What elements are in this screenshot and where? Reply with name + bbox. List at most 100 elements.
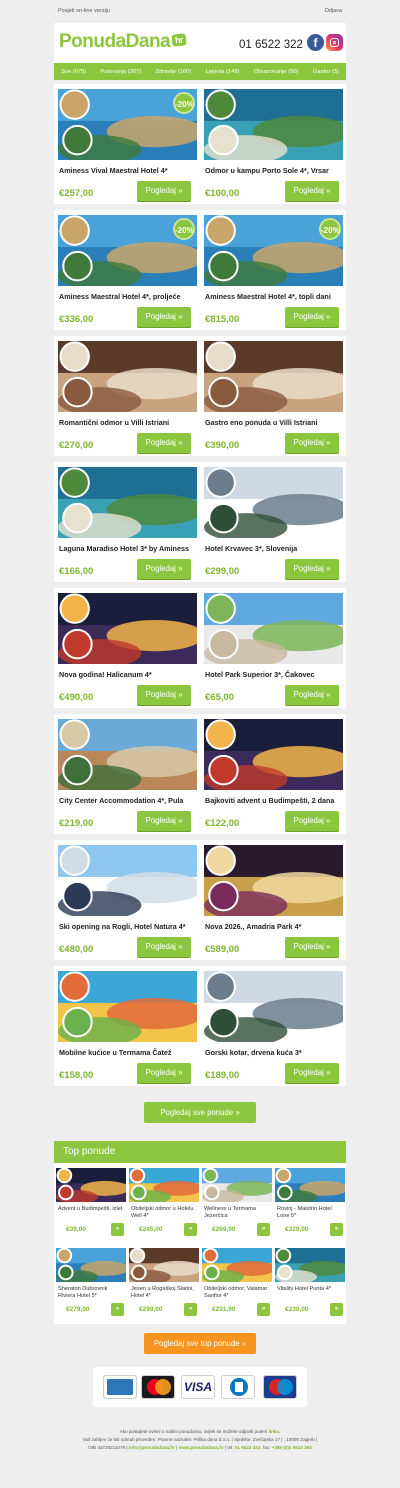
view-offer-button[interactable]: Pogledaj » — [137, 433, 191, 453]
online-version-link[interactable]: Posjeti on-line verziju — [58, 8, 110, 18]
offer-image[interactable] — [204, 89, 343, 160]
top-offer-title[interactable]: Rovinj - Maistrin Hotel Lone 5* — [277, 1206, 345, 1222]
top-offer-arrow-button[interactable]: » — [184, 1303, 197, 1316]
top-offer-arrow-button[interactable]: » — [111, 1303, 124, 1316]
offer-image[interactable]: -20% — [204, 215, 343, 286]
view-offer-button[interactable]: Pogledaj » — [137, 559, 191, 579]
offer-title[interactable]: Gastro eno ponuda u Villi Istriani — [205, 418, 345, 427]
footer-unsubscribe-link[interactable]: linka. — [269, 1429, 281, 1434]
top-offer-arrow-button[interactable]: » — [257, 1223, 270, 1236]
logo[interactable]: PonudaDana hr — [59, 31, 187, 53]
offer-title[interactable]: Nova 2026., Amadria Park 4* — [205, 922, 345, 931]
offer-image[interactable] — [58, 971, 197, 1042]
view-offer-button[interactable]: Pogledaj » — [285, 1063, 339, 1083]
offer-card[interactable]: Gastro eno ponuda u Villi Istriani €390,… — [204, 341, 345, 453]
view-offer-button[interactable]: Pogledaj » — [285, 181, 339, 201]
top-offer-card[interactable]: Rovinj - Maistrin Hotel Lone 5* €329,00 … — [275, 1168, 345, 1238]
top-offer-title[interactable]: Sheraton Dubrovnik Riviera Hotel 5* — [58, 1286, 126, 1302]
top-offer-title[interactable]: Wellness u Termama Jezerčica — [204, 1206, 272, 1222]
offer-card[interactable]: Mobilne kućice u Termama Čatež €158,00 P… — [58, 971, 199, 1083]
view-offer-button[interactable]: Pogledaj » — [137, 685, 191, 705]
top-offer-image[interactable] — [129, 1168, 199, 1202]
footer-phone-link[interactable]: 01 6522 322 — [235, 1445, 261, 1450]
nav-item[interactable]: Gastro (3) — [313, 69, 339, 75]
top-offer-card[interactable]: Sheraton Dubrovnik Riviera Hotel 5* €279… — [56, 1248, 126, 1318]
instagram-icon[interactable] — [326, 34, 343, 51]
offer-title[interactable]: Aminess Maestral Hotel 4*, topli dani — [205, 292, 345, 301]
offer-image[interactable] — [58, 341, 197, 412]
offer-image[interactable] — [58, 593, 197, 664]
top-offer-arrow-button[interactable]: » — [257, 1303, 270, 1316]
top-offer-title[interactable]: Obiteljski odmor u Hotelu Well 4* — [131, 1206, 199, 1222]
offer-image[interactable]: -20% — [58, 215, 197, 286]
offer-title[interactable]: Aminess Vival Maestral Hotel 4* — [59, 166, 199, 175]
view-offer-button[interactable]: Pogledaj » — [285, 433, 339, 453]
offer-card[interactable]: -20% Aminess Maestral Hotel 4*, topli da… — [204, 215, 345, 327]
offer-card[interactable]: Hotel Park Superior 3*, Čakovec €65,00 P… — [204, 593, 345, 705]
all-top-offers-button[interactable]: Pogledaj sve top ponude » — [144, 1333, 256, 1354]
top-offer-title[interactable]: Obiteljski odmor, Valamar Sanfior 4* — [204, 1286, 272, 1302]
offer-card[interactable]: -20% Aminess Maestral Hotel 4*, proljeće… — [58, 215, 199, 327]
top-offer-image[interactable] — [202, 1248, 272, 1282]
offer-title[interactable]: Bajkoviti advent u Budimpešti, 2 dana — [205, 796, 345, 805]
offer-card[interactable]: Romantični odmor u Villi Istriani €270,0… — [58, 341, 199, 453]
nav-item[interactable]: Sve (675) — [61, 69, 86, 75]
top-offer-arrow-button[interactable]: » — [111, 1223, 124, 1236]
offer-image[interactable] — [204, 341, 343, 412]
view-offer-button[interactable]: Pogledaj » — [285, 559, 339, 579]
offer-card[interactable]: Gorski kotar, drvena kuća 3* €189,00 Pog… — [204, 971, 345, 1083]
offer-card[interactable]: Hotel Krvavec 3*, Slovenija €299,00 Pogl… — [204, 467, 345, 579]
phone-number[interactable]: 01 6522 322 — [239, 39, 303, 51]
offer-title[interactable]: Hotel Krvavec 3*, Slovenija — [205, 544, 345, 553]
top-offer-card[interactable]: Wellness u Termama Jezerčica €269,00 » — [202, 1168, 272, 1238]
view-offer-button[interactable]: Pogledaj » — [285, 937, 339, 957]
offer-card[interactable]: City Center Accommodation 4*, Pula €219,… — [58, 719, 199, 831]
offer-card[interactable]: Odmor u kampu Porto Sole 4*, Vrsar €100,… — [204, 89, 345, 201]
offer-image[interactable] — [58, 719, 197, 790]
view-offer-button[interactable]: Pogledaj » — [137, 181, 191, 201]
offer-card[interactable]: Nova 2026., Amadria Park 4* €589,00 Pogl… — [204, 845, 345, 957]
view-offer-button[interactable]: Pogledaj » — [285, 811, 339, 831]
offer-title[interactable]: Gorski kotar, drvena kuća 3* — [205, 1048, 345, 1057]
offer-title[interactable]: Romantični odmor u Villi Istriani — [59, 418, 199, 427]
offer-image[interactable] — [204, 845, 343, 916]
view-offer-button[interactable]: Pogledaj » — [285, 685, 339, 705]
offer-title[interactable]: Laguna Maradiso Hotel 3* by Aminess — [59, 544, 199, 553]
facebook-icon[interactable]: f — [307, 34, 324, 51]
top-offer-image[interactable] — [129, 1248, 199, 1282]
top-offer-arrow-button[interactable]: » — [184, 1223, 197, 1236]
offer-title[interactable]: Odmor u kampu Porto Sole 4*, Vrsar — [205, 166, 345, 175]
top-offer-title[interactable]: Advent u Budimpešti, izlet — [58, 1206, 126, 1222]
top-offer-image[interactable] — [56, 1168, 126, 1202]
top-offer-card[interactable]: Vitality Hotel Punta 4* €230,00 » — [275, 1248, 345, 1318]
offer-image[interactable] — [204, 719, 343, 790]
offer-title[interactable]: Aminess Maestral Hotel 4*, proljeće — [59, 292, 199, 301]
top-offer-image[interactable] — [275, 1168, 345, 1202]
offer-image[interactable] — [204, 971, 343, 1042]
offer-card[interactable]: Laguna Maradiso Hotel 3* by Aminess €166… — [58, 467, 199, 579]
offer-image[interactable] — [58, 467, 197, 538]
top-offer-arrow-button[interactable]: » — [330, 1303, 343, 1316]
offer-title[interactable]: Hotel Park Superior 3*, Čakovec — [205, 670, 345, 679]
offer-card[interactable]: -20% Aminess Vival Maestral Hotel 4* €25… — [58, 89, 199, 201]
top-offer-image[interactable] — [202, 1168, 272, 1202]
view-offer-button[interactable]: Pogledaj » — [285, 307, 339, 327]
offer-image[interactable] — [58, 845, 197, 916]
nav-item[interactable]: Ljepota (148) — [205, 69, 239, 75]
view-offer-button[interactable]: Pogledaj » — [137, 811, 191, 831]
top-offer-card[interactable]: Obiteljski odmor, Valamar Sanfior 4* €23… — [202, 1248, 272, 1318]
view-offer-button[interactable]: Pogledaj » — [137, 307, 191, 327]
footer-email-link[interactable]: info@ponudadana.hr — [129, 1445, 175, 1450]
offer-title[interactable]: Mobilne kućice u Termama Čatež — [59, 1048, 199, 1057]
footer-fax-link[interactable]: +385 (0)1 6522 264 — [272, 1445, 312, 1450]
offer-image[interactable] — [204, 593, 343, 664]
footer-web-link[interactable]: www.ponudadana.hr — [179, 1445, 224, 1450]
view-offer-button[interactable]: Pogledaj » — [137, 937, 191, 957]
nav-item[interactable]: Zdravlje (160) — [156, 69, 192, 75]
top-offer-title[interactable]: Vitality Hotel Punta 4* — [277, 1286, 345, 1302]
offer-title[interactable]: City Center Accommodation 4*, Pula — [59, 796, 199, 805]
offer-title[interactable]: Ski opening na Rogli, Hotel Natura 4* — [59, 922, 199, 931]
offer-image[interactable]: -20% — [58, 89, 197, 160]
offer-title[interactable]: Nova godina! Halicanum 4* — [59, 670, 199, 679]
top-offer-card[interactable]: Obiteljski odmor u Hotelu Well 4* €245,0… — [129, 1168, 199, 1238]
